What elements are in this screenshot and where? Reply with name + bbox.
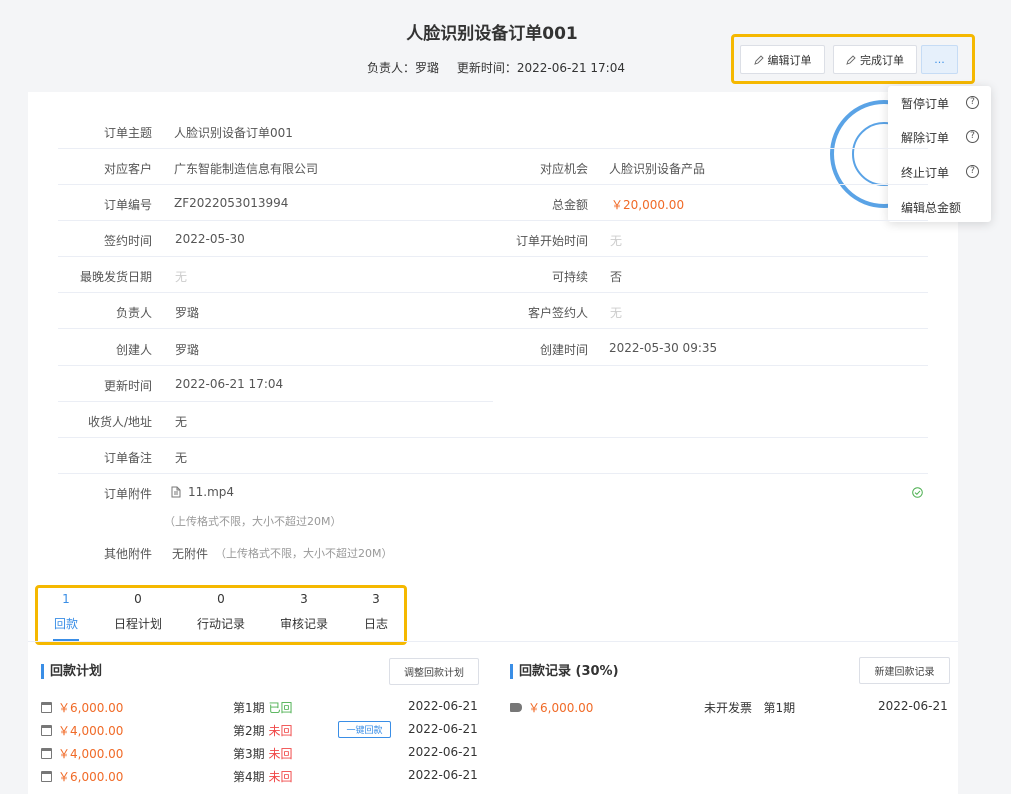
opportunity-label: 对应机会 (539, 162, 588, 176)
help-icon[interactable]: ? (966, 96, 979, 109)
updated-time-value: 2022-06-21 17:04 (175, 377, 284, 391)
attachment-label: 订单附件 (103, 487, 152, 501)
file-icon (171, 486, 181, 498)
sustain-label: 可持续 (551, 270, 588, 284)
owner-text: 负责人：罗璐 (367, 61, 440, 75)
remark-value: 无 (175, 451, 188, 465)
creator-label: 创建人 (115, 343, 152, 357)
menu-item-edit-total[interactable]: 编辑总金额 (901, 199, 961, 216)
updated-time-label: 更新时间 (103, 379, 152, 393)
menu-item-pause[interactable]: 暂停订单 (901, 95, 949, 112)
remark-label: 订单备注 (103, 451, 152, 465)
plan-date: 2022-06-21 (408, 745, 478, 759)
order-meta: 负责人：罗璐 更新时间：2022-06-21 17:04 (367, 59, 639, 76)
customer-label: 对应客户 (103, 162, 152, 176)
created-time-label: 创建时间 (539, 343, 588, 357)
complete-order-label: 完成订单 (860, 53, 904, 67)
pen-icon (846, 54, 856, 65)
sustain-value: 否 (610, 270, 623, 284)
opportunity-value[interactable]: 人脸识别设备产品 (609, 160, 705, 177)
payment-records-title: 回款记录 (30%) (510, 664, 619, 679)
address-label: 收货人/地址 (87, 415, 152, 429)
more-actions-dropdown: 暂停订单 ? 解除订单 ? 终止订单 ? 编辑总金额 (888, 86, 991, 222)
plan-period: 第4期 未回 (233, 770, 293, 784)
sign-date-label: 签约时间 (103, 234, 152, 248)
other-attachment-hint: （上传格式不限，大小不超过20M） (215, 547, 393, 560)
calendar-icon (41, 771, 52, 782)
total-amount-label: 总金额 (551, 198, 588, 212)
created-time-value: 2022-05-30 09:35 (609, 341, 718, 355)
tab-log[interactable]: 3 日志 (360, 592, 392, 632)
sign-date-value: 2022-05-30 (175, 232, 245, 246)
subject-label: 订单主题 (103, 126, 152, 140)
latest-ship-value: 无 (175, 270, 188, 284)
calendar-icon (41, 702, 52, 713)
plan-row: ￥6,000.00 (41, 699, 123, 716)
check-circle-icon (912, 487, 923, 498)
tab-actions[interactable]: 0 行动记录 (193, 592, 249, 632)
plan-period: 第3期 未回 (233, 747, 293, 761)
owner-label: 负责人 (115, 306, 152, 320)
attachment-file[interactable]: 11.mp4 (171, 485, 234, 499)
record-row: ￥6,000.00 (510, 699, 593, 716)
menu-item-release[interactable]: 解除订单 (901, 129, 949, 146)
tab-schedule[interactable]: 0 日程计划 (110, 592, 166, 632)
plan-date: 2022-06-21 (408, 699, 478, 713)
creator-value: 罗璐 (175, 343, 200, 357)
adjust-plan-button[interactable]: 调整回款计划 (389, 658, 479, 685)
more-actions-button[interactable]: ... (921, 45, 958, 74)
plan-row: ￥4,000.00 (41, 722, 123, 739)
record-date: 2022-06-21 (878, 699, 948, 713)
plan-period: 第1期 已回 (233, 701, 293, 715)
menu-item-terminate[interactable]: 终止订单 (901, 164, 949, 181)
subject-value: 人脸识别设备订单001 (174, 126, 293, 140)
customer-value[interactable]: 广东智能制造信息有限公司 (174, 160, 318, 177)
help-icon[interactable]: ? (966, 165, 979, 178)
latest-ship-label: 最晚发货日期 (79, 270, 152, 284)
plan-period: 第2期 未回 (233, 724, 293, 738)
attachment-hint: （上传格式不限，大小不超过20M） (164, 515, 342, 528)
owner-value: 罗璐 (175, 306, 200, 320)
total-amount-value: ￥20,000.00 (611, 198, 685, 212)
tab-payment[interactable]: 1 回款 (50, 592, 82, 632)
edit-order-button[interactable]: 编辑订单 (740, 45, 825, 74)
plan-date: 2022-06-21 (408, 768, 478, 782)
order-number-label: 订单编号 (103, 198, 152, 212)
payment-plan-title: 回款计划 (41, 664, 102, 679)
customer-signer-value: 无 (610, 306, 623, 320)
order-number-value: ZF2022053013994 (174, 196, 289, 210)
other-attachment-label: 其他附件 (103, 547, 152, 561)
calendar-icon (41, 748, 52, 759)
plan-row: ￥6,000.00 (41, 768, 123, 785)
plan-row: ￥4,000.00 (41, 745, 123, 762)
new-payment-record-button[interactable]: 新建回款记录 (859, 657, 950, 684)
pen-icon (753, 54, 764, 65)
customer-signer-label: 客户签约人 (527, 306, 588, 320)
tab-audit[interactable]: 3 审核记录 (276, 592, 332, 632)
tag-icon (510, 703, 522, 712)
edit-order-label: 编辑订单 (767, 53, 812, 67)
plan-date: 2022-06-21 (408, 722, 478, 736)
address-value: 无 (175, 415, 188, 429)
help-icon[interactable]: ? (966, 130, 979, 143)
complete-order-button[interactable]: 完成订单 (833, 45, 917, 74)
start-time-label: 订单开始时间 (515, 234, 588, 248)
updated-text: 更新时间：2022-06-21 17:04 (456, 61, 625, 75)
calendar-icon (41, 725, 52, 736)
start-time-value: 无 (610, 234, 623, 248)
other-attachment-value: 无附件 (172, 547, 209, 561)
record-invoice: 未开发票 第1期 (704, 701, 796, 715)
one-click-payment-button[interactable]: 一键回款 (338, 721, 391, 738)
